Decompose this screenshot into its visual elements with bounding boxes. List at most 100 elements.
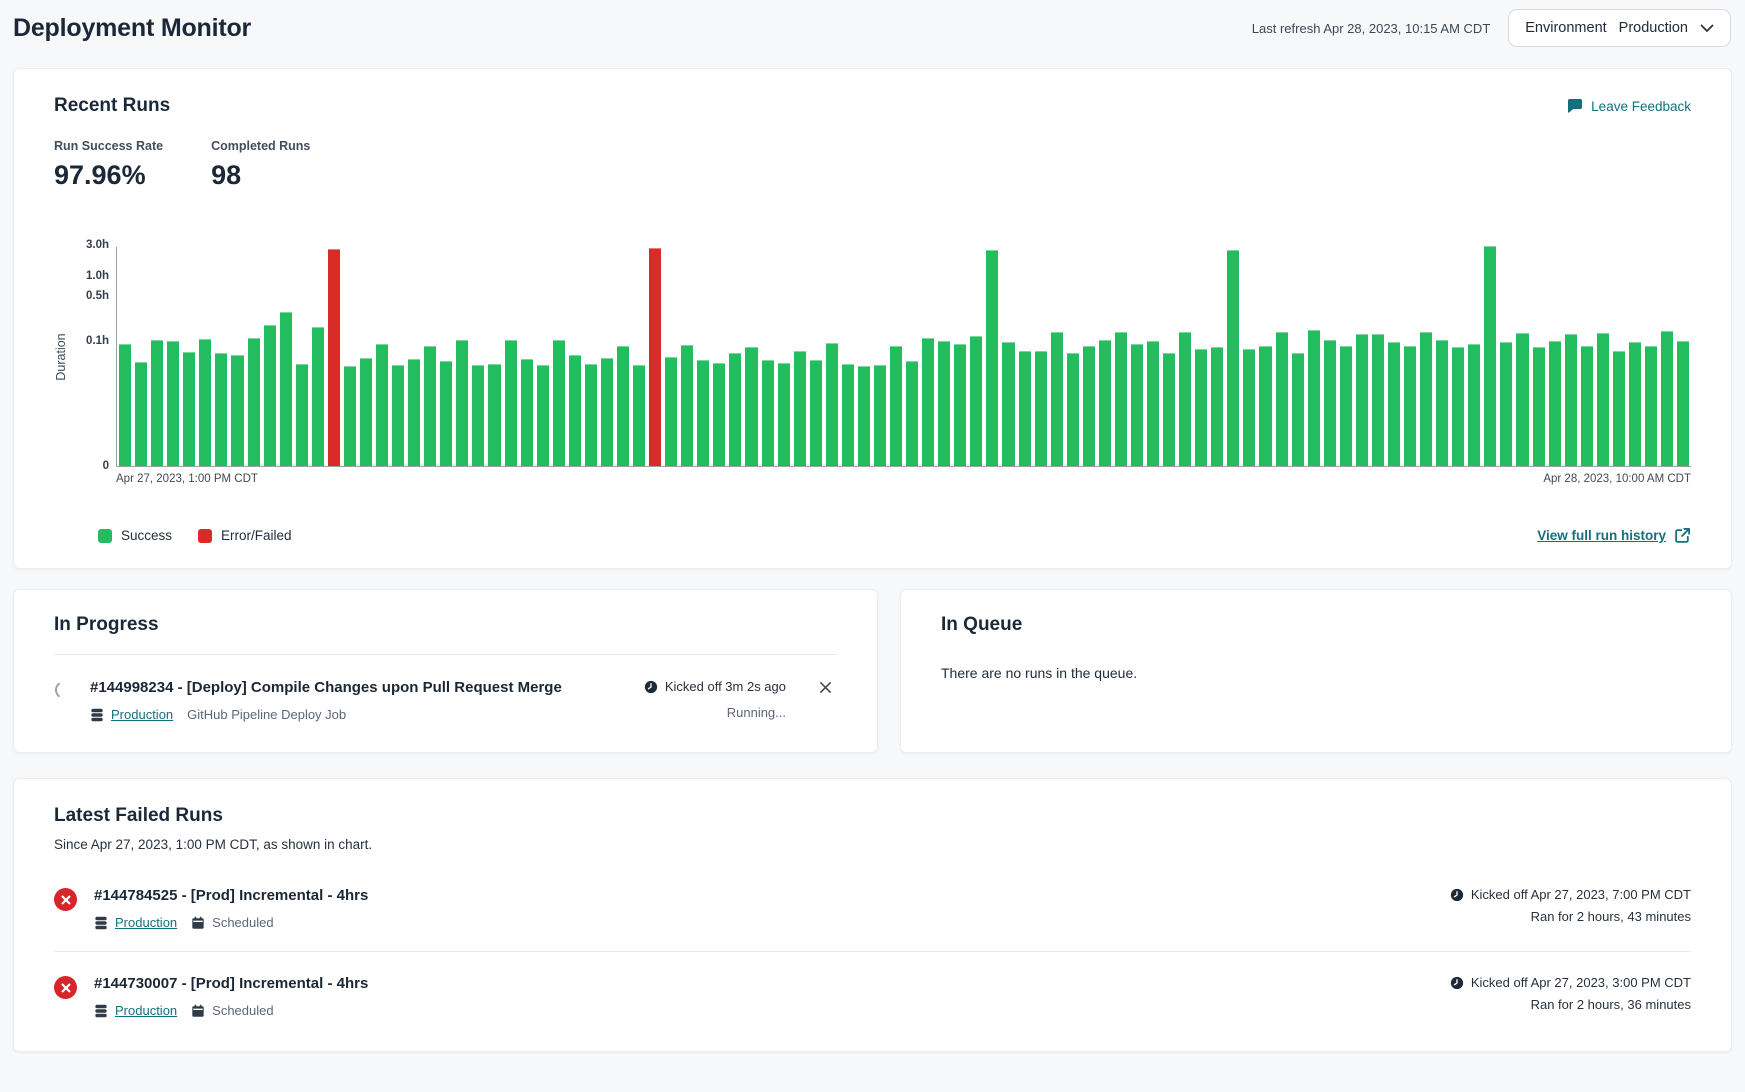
chart-bar-success[interactable] [794,351,806,466]
environment-link[interactable]: Production [94,915,177,930]
chart-bar-success[interactable] [601,358,613,466]
chart-bar-success[interactable] [135,362,147,466]
chart-bar-success[interactable] [456,340,468,466]
chart-bar-success[interactable] [633,365,645,466]
chart-bar-success[interactable] [360,358,372,466]
chart-bar-success[interactable] [1645,346,1657,466]
chart-bar-success[interactable] [890,346,902,466]
chart-bar-success[interactable] [1019,351,1031,466]
chart-bar-success[interactable] [440,361,452,466]
chart-bar-success[interactable] [569,355,581,466]
chart-bar-success[interactable] [954,344,966,466]
chart-bar-success[interactable] [1324,340,1336,466]
chart-bar-success[interactable] [697,360,709,466]
chart-bar-success[interactable] [810,360,822,466]
chart-bar-success[interactable] [1516,333,1528,467]
chart-bar-success[interactable] [1195,349,1207,466]
chart-bar-success[interactable] [1581,346,1593,466]
chart-bar-success[interactable] [488,364,500,466]
chart-bar-success[interactable] [151,340,163,466]
chart-bar-success[interactable] [1179,332,1191,467]
chart-bar-success[interactable] [922,338,934,466]
chart-bar-success[interactable] [408,359,420,466]
view-full-run-history-link[interactable]: View full run history [1537,527,1691,544]
chart-bar-success[interactable] [424,346,436,466]
chart-bar-success[interactable] [231,355,243,466]
chart-bar-success[interactable] [1115,332,1127,467]
chart-bar-success[interactable] [617,346,629,466]
chart-bar-success[interactable] [1613,351,1625,466]
chart-bar-success[interactable] [1597,333,1609,467]
leave-feedback-link[interactable]: Leave Feedback [1567,98,1691,114]
chart-bar-success[interactable] [280,312,292,466]
chart-bar-success[interactable] [1051,332,1063,467]
chart-bar-success[interactable] [1276,332,1288,467]
chart-bar-success[interactable] [665,357,677,466]
chart-bar-failed[interactable] [328,249,340,466]
chart-bar-success[interactable] [537,365,549,466]
chart-bar-success[interactable] [1259,346,1271,466]
chart-bar-success[interactable] [681,345,693,466]
chart-bar-success[interactable] [1500,342,1512,466]
chart-bar-success[interactable] [970,336,982,466]
chart-bar-success[interactable] [1533,347,1545,466]
chart-bar-success[interactable] [762,360,774,467]
chart-bar-success[interactable] [713,363,725,466]
chart-bar-success[interactable] [472,365,484,466]
chart-bar-success[interactable] [119,344,131,466]
chart-bar-success[interactable] [1388,342,1400,466]
chart-bar-success[interactable] [1308,330,1320,466]
chart-bar-success[interactable] [296,364,308,466]
chart-bar-success[interactable] [199,339,211,466]
chart-bar-success[interactable] [938,341,950,466]
chart-bar-success[interactable] [778,363,790,466]
chart-bar-success[interactable] [1356,334,1368,466]
chart-bar-success[interactable] [1099,340,1111,466]
chart-bar-success[interactable] [264,325,276,466]
chart-bar-success[interactable] [505,340,517,466]
chart-bar-success[interactable] [392,365,404,466]
chart-bar-success[interactable] [1243,349,1255,466]
chart-bar-success[interactable] [1163,353,1175,466]
chart-bar-success[interactable] [344,366,356,466]
chart-bar-success[interactable] [1372,334,1384,466]
chart-bar-success[interactable] [1661,331,1673,467]
chart-bar-success[interactable] [986,250,998,466]
chart-bar-success[interactable] [1452,347,1464,466]
chart-bar-success[interactable] [906,361,918,466]
chart-bar-success[interactable] [1035,351,1047,466]
chart-bar-success[interactable] [1083,346,1095,466]
chart-bar-success[interactable] [1436,340,1448,466]
chart-bar-success[interactable] [1292,353,1304,466]
chart-bar-success[interactable] [183,352,195,466]
chart-bar-success[interactable] [1211,347,1223,466]
chart-bar-success[interactable] [1484,246,1496,466]
chart-bar-success[interactable] [1677,341,1689,466]
chart-bar-success[interactable] [745,347,757,466]
chart-bar-success[interactable] [842,364,854,466]
chart-bar-success[interactable] [1067,353,1079,466]
chart-bar-success[interactable] [215,353,227,466]
chart-bar-success[interactable] [1404,346,1416,466]
chart-bar-success[interactable] [826,343,838,466]
chart-bar-success[interactable] [1340,346,1352,466]
chart-bar-success[interactable] [1549,341,1561,466]
environment-dropdown[interactable]: Environment Production [1508,9,1731,47]
chart-bar-success[interactable] [167,341,179,466]
chart-bar-success[interactable] [585,364,597,467]
chart-bar-success[interactable] [729,353,741,466]
chart-bar-success[interactable] [1002,342,1014,466]
dismiss-run-button[interactable] [814,679,837,696]
chart-bar-failed[interactable] [649,248,661,466]
environment-link[interactable]: Production [90,707,173,722]
chart-bar-success[interactable] [1227,250,1239,466]
chart-bar-success[interactable] [1147,341,1159,466]
chart-bar-success[interactable] [312,327,324,466]
chart-bar-success[interactable] [1468,344,1480,466]
chart-bar-success[interactable] [376,344,388,466]
chart-bar-success[interactable] [1420,332,1432,467]
chart-bar-success[interactable] [1131,344,1143,466]
environment-link[interactable]: Production [94,1003,177,1018]
chart-bar-success[interactable] [521,359,533,466]
chart-bar-success[interactable] [1629,342,1641,466]
